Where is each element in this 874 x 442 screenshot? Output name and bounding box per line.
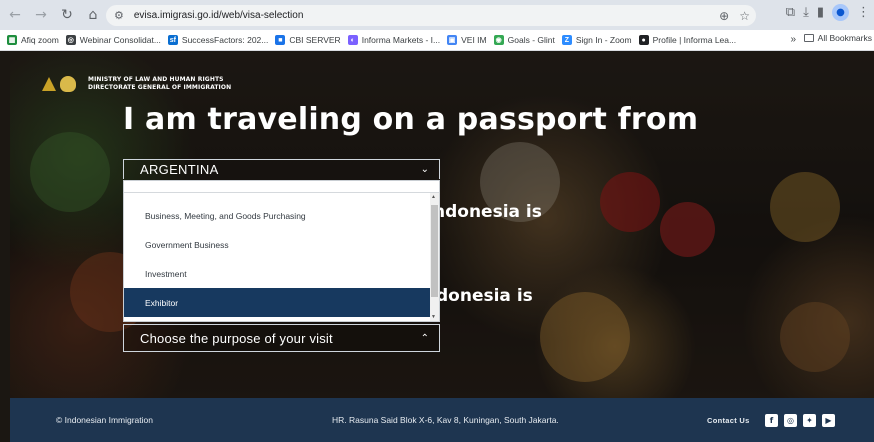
bookmark-item[interactable]: Z Sign In - Zoom (561, 35, 632, 45)
visa-selection-page: MINISTRY OF LAW AND HUMAN RIGHTS DIRECTO… (10, 52, 874, 398)
bookmarks-overflow-button[interactable]: » (790, 34, 796, 45)
vei-icon: ▣ (447, 35, 458, 45)
bookmark-item[interactable]: ◐ Informa Markets - I... (347, 35, 440, 45)
bookmark-item[interactable]: ◉ Goals - Glint (493, 35, 555, 45)
server-icon: ■ (275, 35, 286, 45)
ministry-logo[interactable]: MINISTRY OF LAW AND HUMAN RIGHTS DIRECTO… (40, 75, 231, 93)
address-bar[interactable]: ⚙ evisa.imigrasi.go.id/web/visa-selectio… (106, 5, 756, 26)
profile-avatar-icon[interactable]: ● (832, 4, 849, 21)
purpose-option[interactable]: Government Business (124, 230, 430, 259)
forward-icon[interactable]: → (30, 4, 52, 26)
scrollbar-thumb[interactable] (431, 205, 438, 297)
country-select[interactable]: ARGENTINA ⌄ (123, 159, 440, 179)
question-text-2: donesia is (436, 286, 533, 306)
footer-copyright: © Indonesian Immigration (56, 415, 153, 425)
bookmark-item[interactable]: ▣ VEI IM (447, 35, 487, 45)
dropdown-scrollbar[interactable]: ▲ ▼ (430, 193, 439, 321)
page-title: I am traveling on a passport from (123, 102, 699, 137)
home-icon[interactable]: ⌂ (82, 4, 104, 26)
download-icon[interactable]: ⤓ (803, 5, 809, 20)
sidepanel-icon[interactable]: ▮ (817, 5, 824, 20)
purpose-option[interactable]: Business, Meeting, and Goods Purchasing (124, 201, 430, 230)
reload-icon[interactable]: ↻ (56, 4, 78, 26)
bookmarks-bar: ▦ Afiq zoom ◎ Webinar Consolidat... sf Succ… (0, 30, 874, 51)
emblem-icon (40, 75, 80, 93)
zoom-icon[interactable]: ⊕ (719, 9, 729, 23)
purpose-dropdown-list: Business, Meeting, and Goods Purchasing G… (123, 180, 440, 322)
chevron-up-icon: ⌃ (420, 332, 429, 344)
purpose-option[interactable]: Exhibitor (124, 288, 430, 317)
url-text[interactable]: evisa.imigrasi.go.id/web/visa-selection (134, 10, 304, 21)
scroll-up-icon[interactable]: ▲ (431, 194, 436, 200)
back-icon[interactable]: ← (4, 4, 26, 26)
folder-icon (803, 34, 814, 42)
bookmark-item[interactable]: ■ CBI SERVER (275, 35, 341, 45)
site-info-icon[interactable]: ⚙ (114, 9, 124, 22)
purpose-option[interactable]: Investment (124, 259, 430, 288)
bookmark-item[interactable]: sf SuccessFactors: 202... (167, 35, 268, 45)
facebook-icon[interactable]: f (765, 413, 778, 427)
chevron-down-icon: ⌄ (420, 164, 429, 175)
zoom-icon: Z (561, 35, 572, 45)
instagram-icon[interactable]: ◎ (784, 413, 797, 427)
purpose-options: Business, Meeting, and Goods Purchasing G… (124, 201, 430, 317)
footer-address: HR. Rasuna Said Blok X-6, Kav 8, Kuninga… (332, 415, 559, 425)
sheet-icon: ▦ (7, 35, 17, 45)
bookmark-item[interactable]: ● Profile | Informa Lea... (638, 35, 736, 45)
logo-text: MINISTRY OF LAW AND HUMAN RIGHTS DIRECTO… (88, 76, 232, 91)
twitter-icon[interactable]: ✦ (803, 413, 816, 427)
social-links: f ◎ ✦ ▶ (765, 413, 835, 427)
bookmark-item[interactable]: ◎ Webinar Consolidat... (65, 35, 161, 45)
informa-icon: ◐ (347, 35, 358, 45)
globe-icon: ◎ (65, 35, 76, 45)
purpose-placeholder: Choose the purpose of your visit (140, 330, 333, 346)
profile-icon: ● (638, 35, 649, 45)
footer: © Indonesian Immigration HR. Rasuna Said… (10, 398, 874, 442)
dropdown-search-field[interactable] (124, 181, 439, 193)
bookmark-star-icon[interactable]: ☆ (739, 9, 750, 23)
all-bookmarks-button[interactable]: All Bookmarks (797, 33, 872, 43)
extensions-icon[interactable]: ⧉ (786, 5, 795, 20)
glint-icon: ◉ (493, 35, 504, 45)
question-text-1: ndonesia is (433, 202, 542, 222)
sf-icon: sf (167, 35, 178, 45)
purpose-select[interactable]: Choose the purpose of your visit ⌃ (123, 324, 440, 352)
browser-toolbar: ← → ↻ ⌂ ⚙ evisa.imigrasi.go.id/web/visa-… (0, 0, 874, 30)
country-value: ARGENTINA (140, 162, 219, 177)
menu-kebab-icon[interactable]: ⋮ (857, 5, 870, 20)
bookmark-item[interactable]: ▦ Afiq zoom (7, 35, 59, 45)
youtube-icon[interactable]: ▶ (822, 413, 835, 427)
scroll-down-icon[interactable]: ▼ (431, 314, 436, 320)
contact-us-link[interactable]: Contact Us (707, 416, 750, 425)
